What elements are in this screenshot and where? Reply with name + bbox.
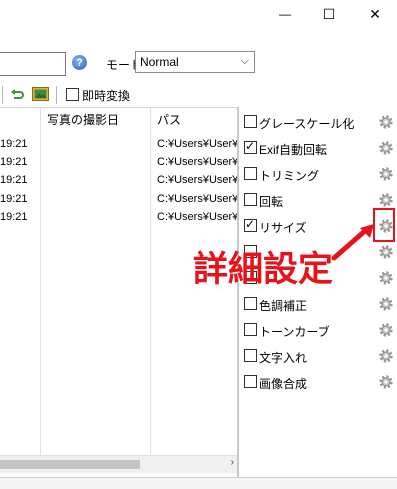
toolbar-separator xyxy=(2,86,3,104)
image-icon[interactable] xyxy=(32,86,49,102)
table-row[interactable]: 19:21 C:¥Users¥User¥ xyxy=(0,154,239,172)
option-label: Exif自動回転 xyxy=(259,143,328,157)
toolbar-separator xyxy=(56,86,57,104)
gear-icon[interactable] xyxy=(378,322,394,338)
column-header-date[interactable]: 写真の撮影日 xyxy=(47,108,119,132)
gear-icon[interactable] xyxy=(378,348,394,364)
option-label: 文字入れ xyxy=(259,351,308,365)
minimize-button[interactable]: — xyxy=(262,0,308,28)
row-path: C:¥Users¥User¥ xyxy=(157,138,239,150)
gear-icon[interactable] xyxy=(378,192,394,208)
option-label: グレースケール化 xyxy=(259,117,355,131)
highlight-box xyxy=(373,208,395,242)
option-checkbox[interactable] xyxy=(244,115,257,128)
row-time: 19:21 xyxy=(0,174,28,186)
row-time: 19:21 xyxy=(0,211,28,223)
file-table: 写真の撮影日 パス 19:21 C:¥Users¥User¥ 19:21 C:¥… xyxy=(0,107,239,478)
column-header-path[interactable]: パス xyxy=(157,108,181,132)
help-glyph: ? xyxy=(76,56,83,69)
maximize-icon: ☐ xyxy=(322,5,336,22)
gear-icon[interactable] xyxy=(378,166,394,182)
scrollbar-thumb[interactable] xyxy=(0,460,140,469)
gear-icon[interactable] xyxy=(378,244,394,260)
toolbar-top: ? モード Normal ⌵ xyxy=(0,44,397,82)
option-checkbox[interactable] xyxy=(244,193,257,206)
row-time: 19:21 xyxy=(0,138,28,150)
option-checkbox[interactable] xyxy=(244,349,257,362)
close-icon: ✕ xyxy=(369,5,381,22)
gear-icon[interactable] xyxy=(378,270,394,286)
option-label: 画像合成 xyxy=(259,377,308,391)
mode-select-value: Normal xyxy=(140,55,179,69)
mode-select[interactable]: Normal ⌵ xyxy=(135,51,255,73)
chevron-down-icon: ⌵ xyxy=(240,55,249,67)
option-checkbox[interactable] xyxy=(244,167,257,180)
table-row[interactable]: 19:21 C:¥Users¥User¥ xyxy=(0,209,239,227)
horizontal-scrollbar[interactable]: › xyxy=(0,455,237,473)
row-path: C:¥Users¥User¥ xyxy=(157,211,239,223)
row-path: C:¥Users¥User¥ xyxy=(157,156,239,168)
close-button[interactable]: ✕ xyxy=(352,0,397,28)
instant-convert-checkbox[interactable] xyxy=(66,88,79,101)
help-icon[interactable]: ? xyxy=(72,55,87,70)
option-checkbox[interactable] xyxy=(244,323,257,336)
redo-icon[interactable] xyxy=(9,86,25,102)
path-input[interactable] xyxy=(0,52,66,76)
option-label: トリミング xyxy=(259,169,320,183)
row-time: 19:21 xyxy=(0,193,28,205)
row-path: C:¥Users¥User¥ xyxy=(157,193,239,205)
row-time: 19:21 xyxy=(0,156,28,168)
option-checkbox[interactable] xyxy=(244,217,257,232)
maximize-button[interactable]: ☐ xyxy=(306,0,352,28)
minimize-icon: — xyxy=(279,7,291,21)
option-label: 色調補正 xyxy=(259,299,308,313)
gear-icon[interactable] xyxy=(378,296,394,312)
table-row[interactable]: 19:21 C:¥Users¥User¥ xyxy=(0,191,239,209)
table-row[interactable]: 19:21 C:¥Users¥User¥ xyxy=(0,136,239,154)
table-row[interactable]: 19:21 C:¥Users¥User¥ xyxy=(0,172,239,190)
option-label: トーンカーブ xyxy=(259,325,330,339)
option-checkbox[interactable] xyxy=(244,139,257,154)
row-path: C:¥Users¥User¥ xyxy=(157,174,239,186)
arrow-icon xyxy=(331,224,374,261)
toolbar-secondary: 即時変換 xyxy=(0,84,397,106)
gear-icon[interactable] xyxy=(378,374,394,390)
gear-icon[interactable] xyxy=(378,140,394,156)
option-label: リサイズ xyxy=(259,221,307,235)
instant-convert-label: 即時変換 xyxy=(82,89,131,103)
annotation-label: 詳細設定 xyxy=(193,250,334,290)
gear-icon[interactable] xyxy=(378,114,394,130)
status-bar xyxy=(0,477,397,489)
panel-splitter[interactable] xyxy=(237,107,239,477)
scroll-right-icon[interactable]: › xyxy=(231,457,234,468)
option-label: 回転 xyxy=(259,195,284,209)
option-checkbox[interactable] xyxy=(244,297,257,310)
option-checkbox[interactable] xyxy=(244,375,257,388)
